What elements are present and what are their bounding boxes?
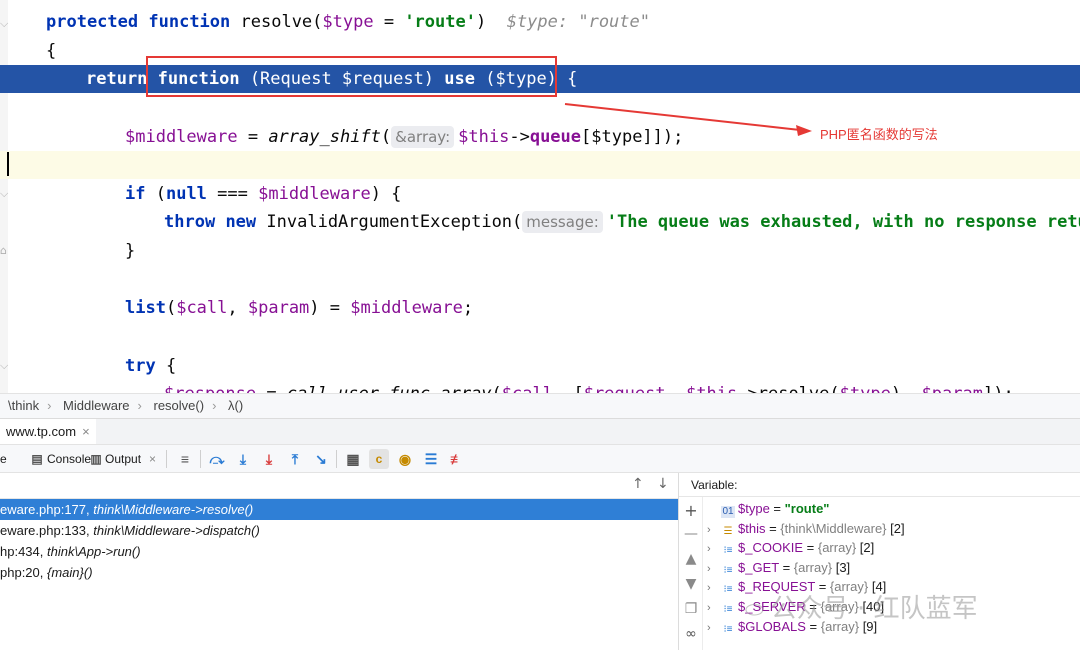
frame-row[interactable]: hp:434, think\App->run(): [0, 541, 678, 562]
arrow-down-icon[interactable]: ↓: [657, 476, 669, 492]
breadcrumb: \think › Middleware › resolve() › λ(): [0, 393, 1080, 418]
run-to-cursor-icon[interactable]: ↘: [311, 449, 331, 469]
frames-panel: ↑ ↓ eware.php:177, think\Middleware->res…: [0, 473, 679, 650]
remove-icon[interactable]: —: [683, 526, 699, 542]
breadcrumb-item[interactable]: Middleware: [63, 398, 129, 413]
tab-output[interactable]: Output: [105, 445, 141, 473]
variable-row[interactable]: › ⁝≡ $_GET = {array} [3]: [707, 558, 850, 578]
annotation-label: PHP匿名函数的写法: [820, 127, 938, 142]
variable-row[interactable]: › ☰ $this = {think\Middleware} [2]: [707, 519, 905, 539]
frames-header: ↑ ↓: [0, 473, 678, 499]
breadcrumb-item[interactable]: λ(): [228, 398, 243, 413]
glasses-icon[interactable]: ∞: [683, 626, 699, 642]
variable-row[interactable]: 01 $type = "route": [707, 499, 829, 519]
wechat-icon: ⬭: [745, 598, 771, 623]
console-icon: ▤: [31, 452, 43, 466]
output-icon: ▥: [90, 452, 102, 466]
toolbar-divider: [166, 450, 167, 468]
move-up-icon[interactable]: ▲: [683, 551, 699, 567]
close-icon[interactable]: ×: [149, 445, 156, 473]
array-icon: ⁝≡: [723, 564, 733, 576]
chevron-right-icon[interactable]: ›: [707, 619, 721, 638]
breadcrumb-item[interactable]: resolve(): [154, 398, 205, 413]
add-icon[interactable]: +: [683, 501, 699, 520]
tab-debug-session[interactable]: www.tp.com ×: [0, 419, 96, 445]
frame-row[interactable]: eware.php:133, think\Middleware->dispatc…: [0, 520, 678, 541]
tab-console[interactable]: Console: [47, 445, 91, 473]
evaluate-expression-icon[interactable]: ▦: [343, 449, 363, 469]
tab-label: www.tp.com: [6, 424, 77, 439]
list-icon[interactable]: ☰: [421, 449, 441, 469]
watch-icon[interactable]: ◉: [395, 449, 415, 469]
step-out-icon[interactable]: ⤒: [285, 449, 305, 469]
array-icon: ⁝≡: [723, 623, 733, 635]
class-filter-icon[interactable]: c: [369, 449, 389, 469]
arrow-up-icon[interactable]: ↑: [632, 476, 644, 492]
debug-toolbar: e ▤ Console ▥ Output × ≡ ⤼ ⤓ ⤓ ⤒ ↘ ▦ c ◉…: [0, 444, 1080, 473]
annotation-arrow: [564, 103, 812, 136]
toolbar-divider: [336, 450, 337, 468]
chevron-right-icon[interactable]: ›: [707, 540, 721, 559]
chevron-right-icon[interactable]: ›: [707, 521, 721, 540]
code-editor[interactable]: ⌵ ⌵ ⌂ ⌵ protected function resolve($type…: [0, 0, 1080, 393]
chevron-right-icon[interactable]: ›: [707, 579, 721, 598]
move-down-icon[interactable]: ▼: [683, 576, 699, 592]
chevron-right-icon[interactable]: ›: [707, 560, 721, 579]
array-icon: ⁝≡: [723, 604, 733, 615]
toolbar-divider: [200, 450, 201, 468]
tab-frames[interactable]: e: [0, 445, 7, 473]
variables-side-toolbar: + — ▲ ▼ ❐ ∞: [679, 497, 703, 650]
array-icon: ⁝≡: [723, 545, 733, 557]
frame-row-selected[interactable]: eware.php:177, think\Middleware->resolve…: [0, 499, 678, 520]
array-icon: ⁝≡: [723, 584, 733, 596]
step-into-icon[interactable]: ⤓: [233, 449, 253, 469]
frame-row[interactable]: php:20, {main}(): [0, 562, 678, 583]
variable-row[interactable]: › ⁝≡ $_COOKIE = {array} [2]: [707, 538, 874, 558]
force-step-into-icon[interactable]: ⤓: [259, 449, 279, 469]
primitive-icon: 01: [721, 506, 735, 518]
step-over-icon[interactable]: ⤼: [207, 449, 227, 469]
copy-icon[interactable]: ❐: [683, 601, 699, 617]
watermark: ⬭ 公众号 · 红队蓝军: [745, 594, 978, 624]
add-watch-icon[interactable]: ≢: [447, 449, 467, 469]
menu-icon[interactable]: ≡: [175, 449, 195, 469]
debug-session-tabs: www.tp.com ×: [0, 418, 1080, 445]
breadcrumb-item[interactable]: \think: [8, 398, 39, 413]
close-icon[interactable]: ×: [82, 424, 90, 439]
chevron-right-icon[interactable]: ›: [707, 599, 721, 618]
object-icon: ☰: [723, 525, 733, 537]
variables-header: Variable:: [679, 473, 1080, 497]
